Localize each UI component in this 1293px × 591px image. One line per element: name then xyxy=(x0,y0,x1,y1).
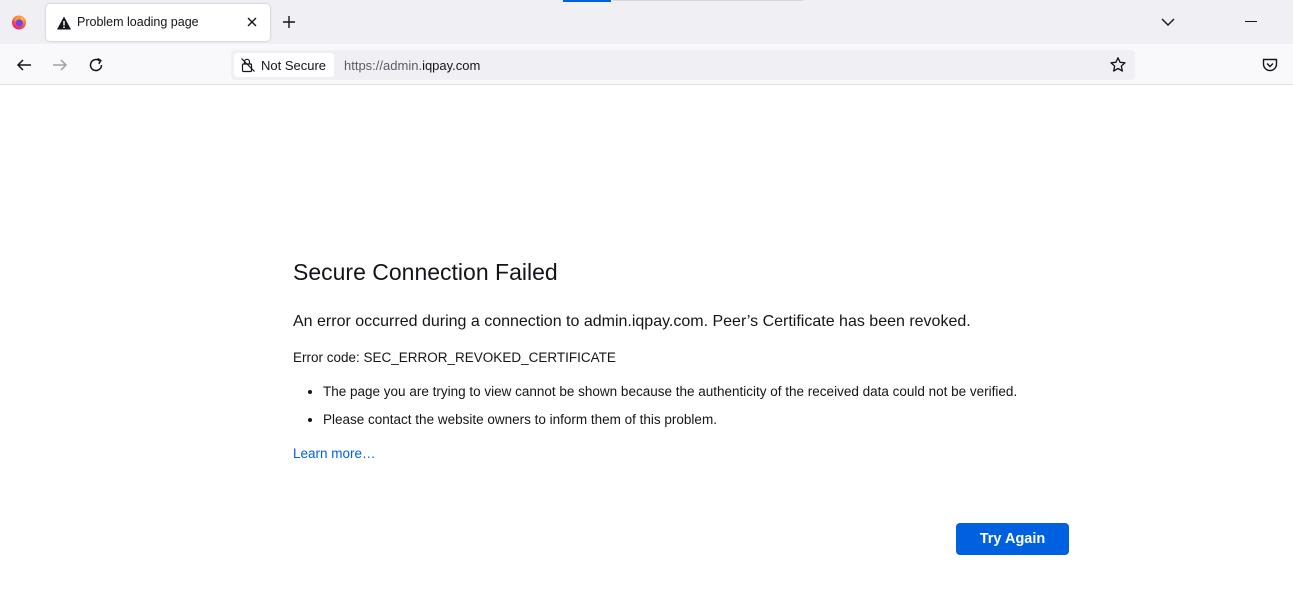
error-content: Secure Connection Failed An error occurr… xyxy=(293,255,1069,464)
url-bar[interactable]: Not Secure https://admin.iqpay.com xyxy=(231,50,1135,80)
learn-more-link[interactable]: Learn more… xyxy=(293,444,376,464)
forward-arrow-icon[interactable] xyxy=(51,56,69,74)
url-text[interactable]: https://admin.iqpay.com xyxy=(344,58,480,73)
identity-box[interactable]: Not Secure xyxy=(234,53,334,77)
reload-icon[interactable] xyxy=(87,56,105,74)
bookmark-star-icon[interactable] xyxy=(1109,56,1127,74)
warning-icon xyxy=(57,16,71,30)
url-domain: iqpay.com xyxy=(422,58,481,73)
list-item: Please contact the website owners to inf… xyxy=(323,410,1069,430)
try-again-button[interactable]: Try Again xyxy=(956,523,1069,555)
url-prefix: admin. xyxy=(383,58,423,73)
new-tab-button[interactable] xyxy=(280,13,298,31)
close-icon xyxy=(247,17,257,27)
list-item: The page you are trying to view cannot b… xyxy=(323,382,1069,402)
url-scheme: https:// xyxy=(344,58,384,73)
chevron-down-icon[interactable] xyxy=(1159,13,1177,31)
tab-active[interactable]: Problem loading page xyxy=(46,4,270,41)
minimize-button[interactable] xyxy=(1245,21,1257,22)
not-secure-label: Not Secure xyxy=(261,57,327,73)
error-code: Error code: SEC_ERROR_REVOKED_CERTIFICAT… xyxy=(293,350,616,365)
tab-title: Problem loading page xyxy=(77,15,199,29)
error-title: Secure Connection Failed xyxy=(293,259,558,285)
insecure-lock-icon xyxy=(241,58,255,73)
error-short-description: An error occurred during a connection to… xyxy=(293,313,971,330)
tab-strip: Problem loading page xyxy=(0,0,1293,44)
back-arrow-icon[interactable] xyxy=(15,56,33,74)
drag-indicator xyxy=(563,0,611,2)
pocket-icon[interactable] xyxy=(1261,56,1279,74)
drag-indicator-track xyxy=(613,0,803,1)
nav-bar: Not Secure https://admin.iqpay.com xyxy=(0,44,1293,85)
firefox-logo-icon[interactable] xyxy=(11,14,27,30)
error-bullet-list: The page you are trying to view cannot b… xyxy=(293,382,1069,430)
tab-close-button[interactable] xyxy=(243,13,261,31)
